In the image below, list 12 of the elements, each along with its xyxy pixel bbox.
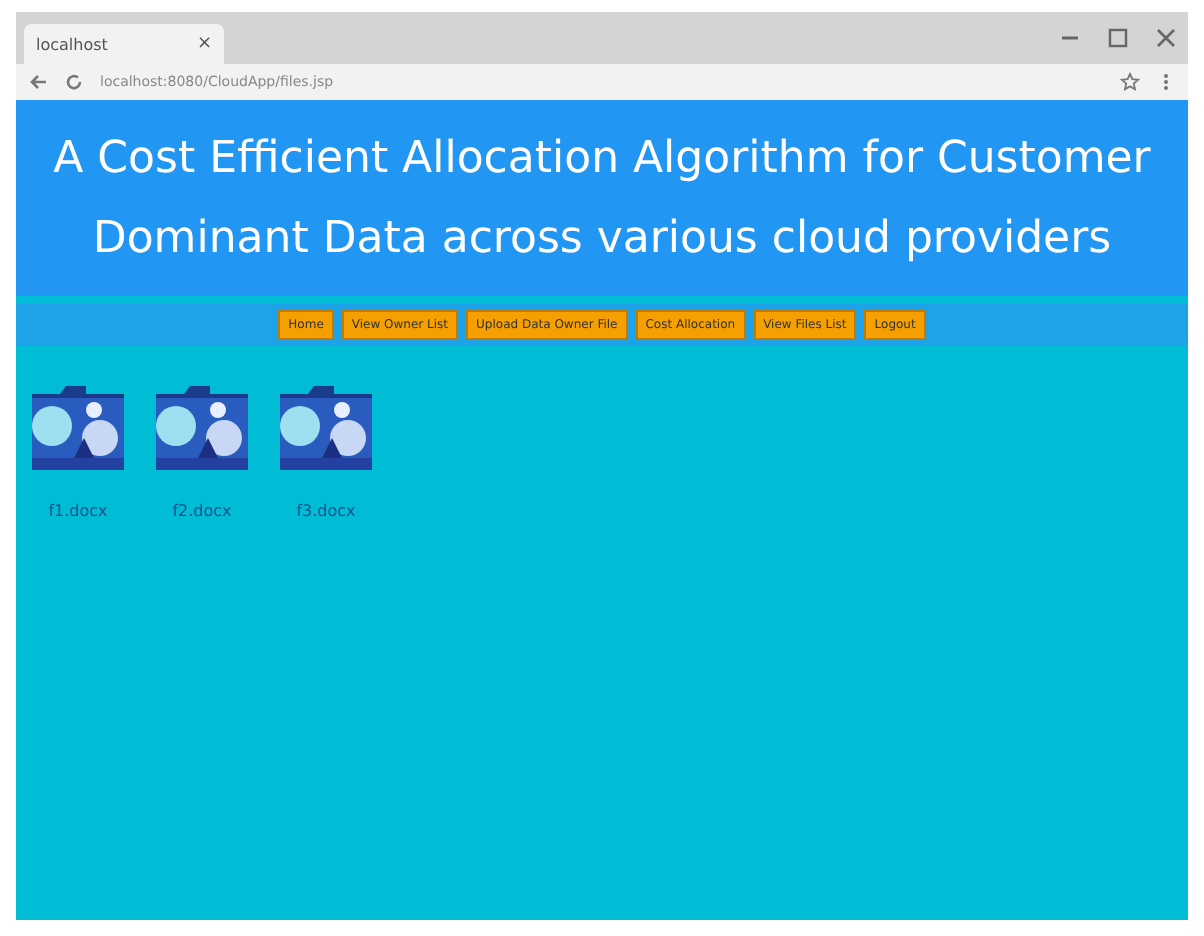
tab-close-button[interactable]: × <box>196 34 212 54</box>
back-arrow-icon[interactable] <box>28 72 48 92</box>
file-label[interactable]: f2.docx <box>172 502 232 520</box>
page-title: A Cost Efficient Allocation Algorithm for Customer Dominant Data across various cloud providers <box>51 132 1153 268</box>
file-label[interactable]: f1.docx <box>48 502 108 520</box>
maximize-icon[interactable] <box>1108 28 1128 48</box>
tab-title: localhost <box>36 35 108 53</box>
close-icon[interactable] <box>1156 28 1176 48</box>
reload-icon[interactable] <box>64 72 84 92</box>
file-label[interactable]: f3.docx <box>296 502 356 520</box>
star-icon[interactable] <box>1120 72 1140 92</box>
browser-tab[interactable]: localhost × <box>24 24 224 64</box>
